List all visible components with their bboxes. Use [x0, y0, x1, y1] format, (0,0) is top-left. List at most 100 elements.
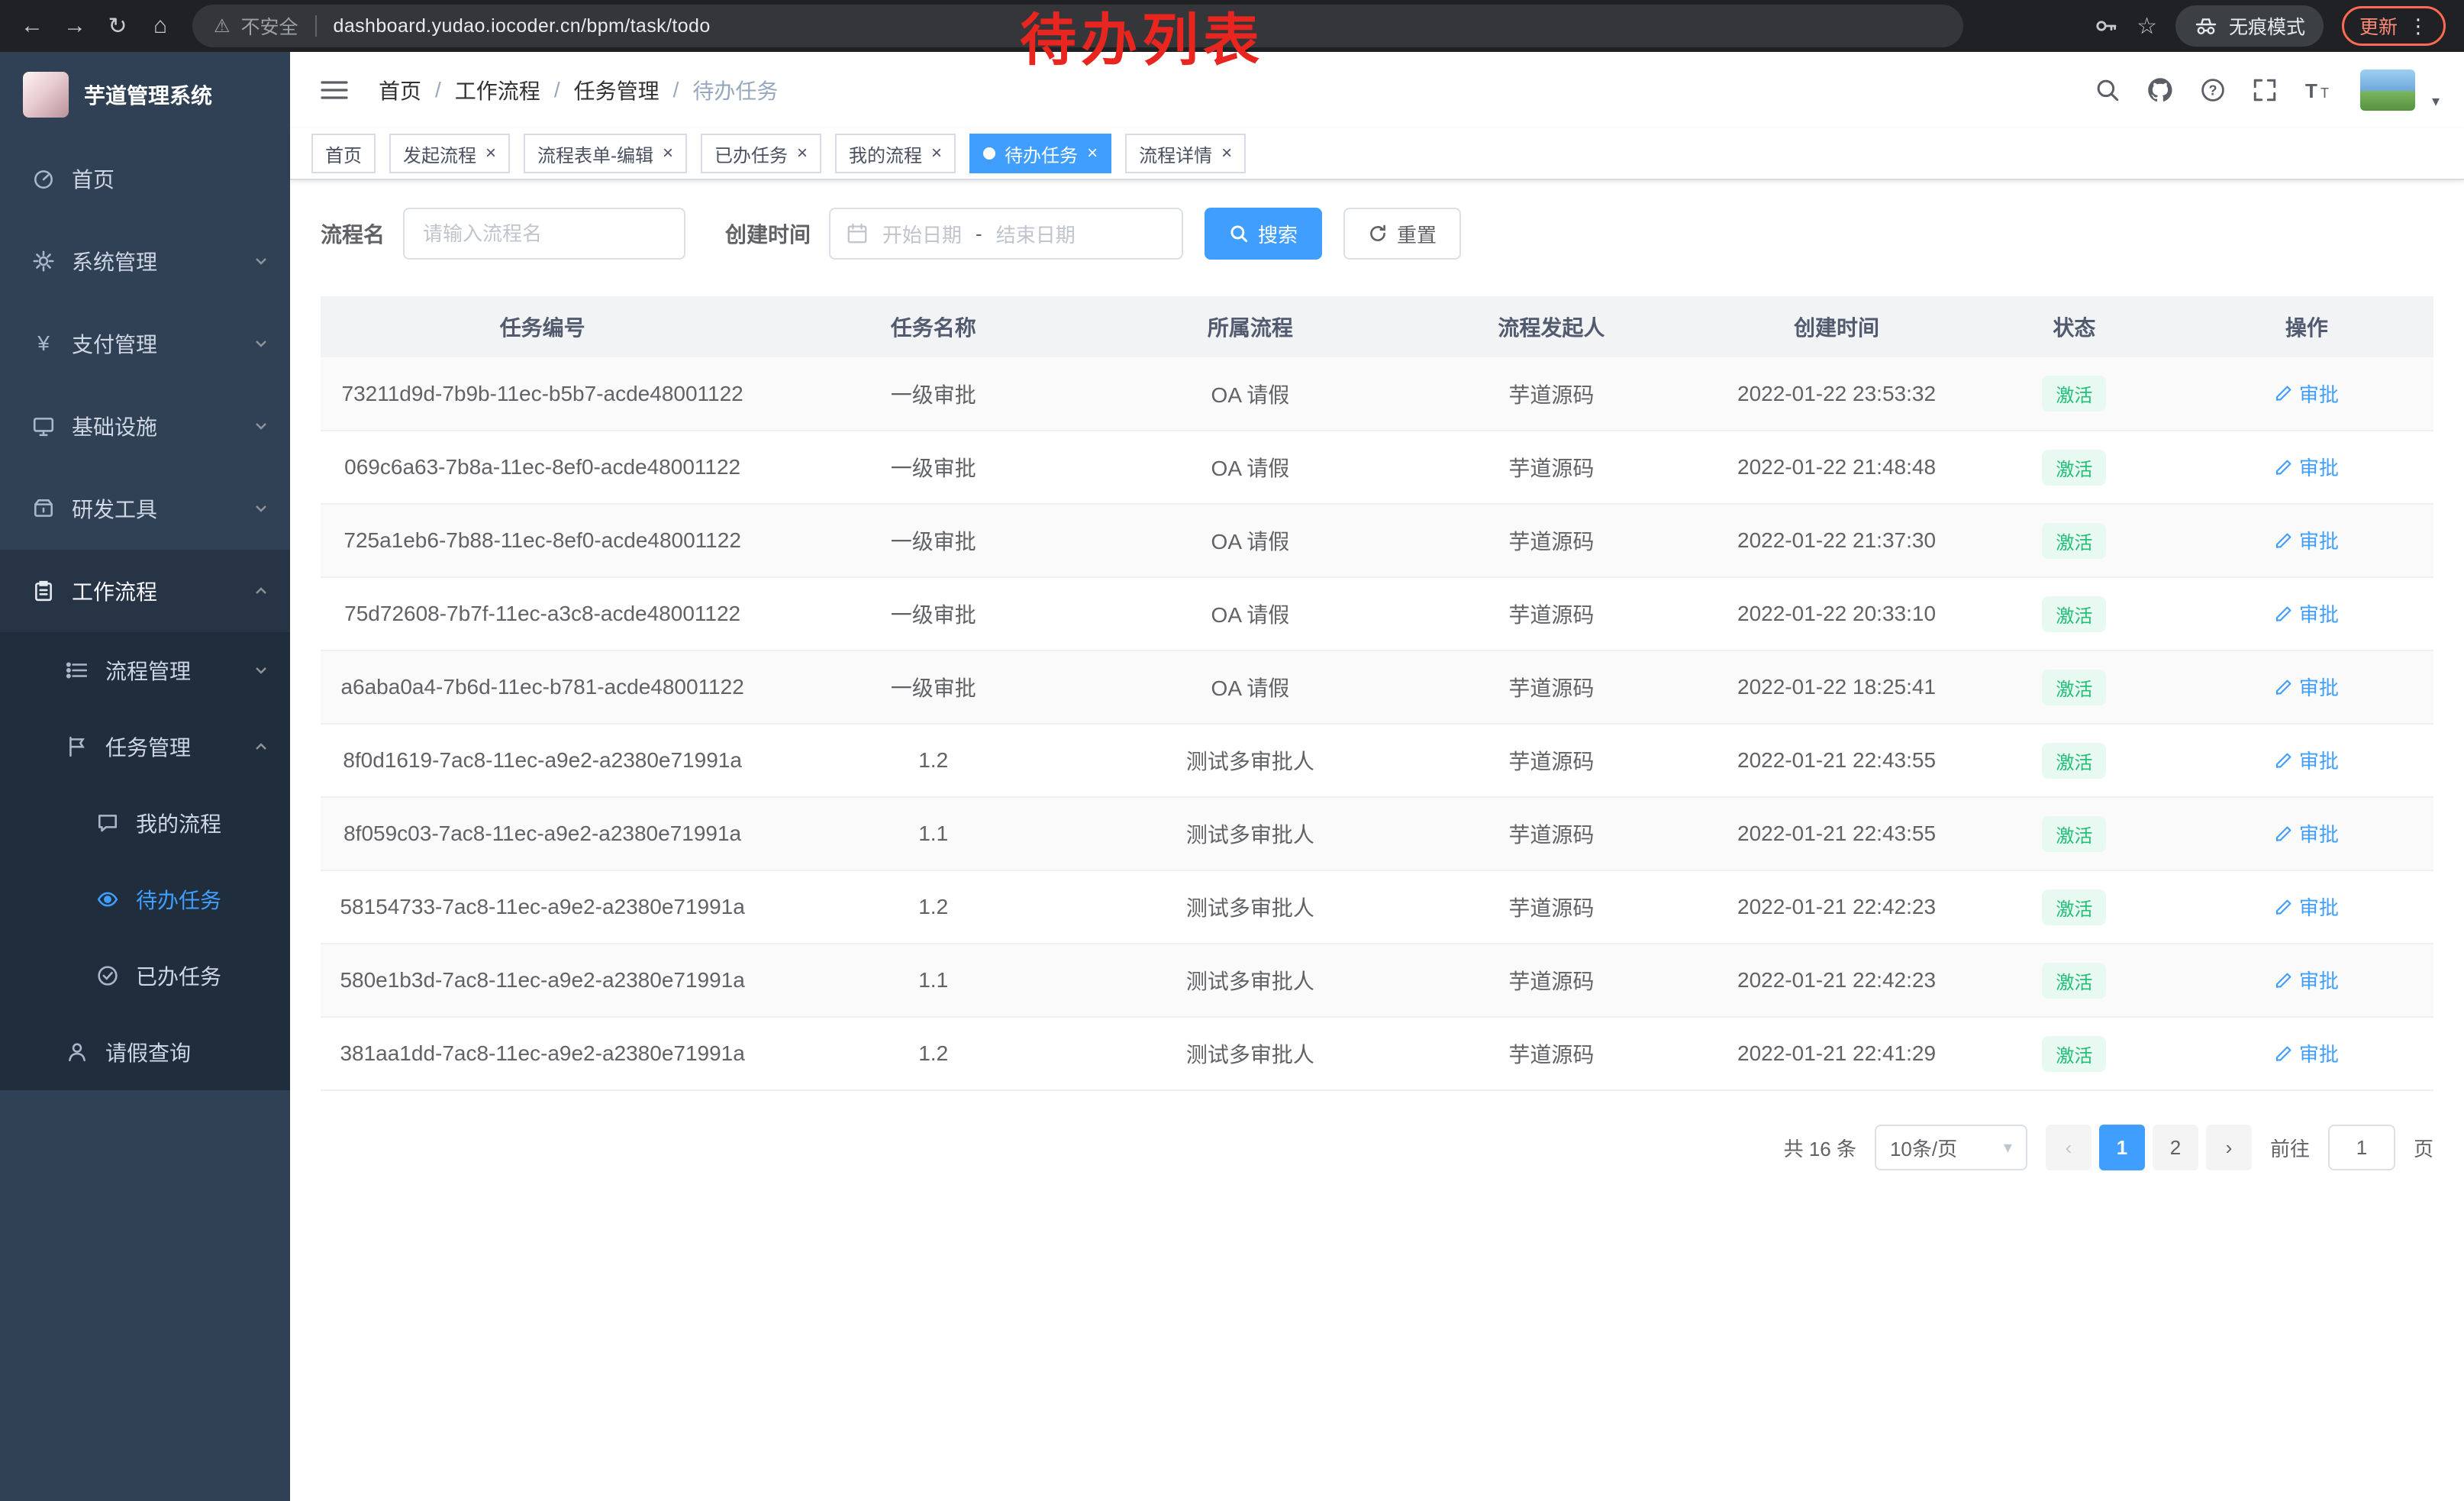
- check-circle-icon: [95, 964, 121, 987]
- reset-button[interactable]: 重置: [1343, 208, 1461, 260]
- close-icon[interactable]: ×: [797, 144, 808, 163]
- approve-link[interactable]: 审批: [2275, 526, 2339, 554]
- sidebar-item-label: 研发工具: [72, 493, 157, 524]
- sidebar-item-todo-tasks[interactable]: 待办任务: [0, 861, 290, 938]
- col-initiator: 流程发起人: [1398, 296, 1704, 357]
- sidebar-item-leave-query[interactable]: 请假查询: [0, 1014, 290, 1090]
- sidebar-item-done-tasks[interactable]: 已办任务: [0, 938, 290, 1014]
- tab-done-tasks[interactable]: 已办任务 ×: [701, 134, 821, 173]
- tab-form-edit[interactable]: 流程表单-编辑 ×: [524, 134, 687, 173]
- close-icon[interactable]: ×: [1087, 144, 1098, 163]
- edit-icon: [2275, 898, 2293, 916]
- tab-home[interactable]: 首页: [311, 134, 376, 173]
- tab-label: 发起流程: [403, 140, 476, 167]
- cell-process: OA 请假: [1102, 504, 1398, 577]
- help-icon[interactable]: ?: [2200, 77, 2226, 103]
- avatar-caret-icon[interactable]: ▾: [2432, 92, 2440, 111]
- col-action: 操作: [2180, 296, 2433, 357]
- fullscreen-icon[interactable]: [2252, 77, 2278, 103]
- table-row: 8f0d1619-7ac8-11ec-a9e2-a2380e71991a 1.2…: [321, 724, 2433, 797]
- approve-link[interactable]: 审批: [2275, 746, 2339, 774]
- page-button-2[interactable]: 2: [2153, 1125, 2198, 1170]
- sidebar-item-payment[interactable]: ¥ 支付管理: [0, 302, 290, 385]
- cell-process: 测试多审批人: [1102, 797, 1398, 870]
- cell-initiator: 芋道源码: [1398, 650, 1704, 724]
- close-icon[interactable]: ×: [1221, 144, 1232, 163]
- cell-task-name: 一级审批: [764, 577, 1102, 650]
- forward-icon[interactable]: →: [55, 6, 95, 46]
- cell-initiator: 芋道源码: [1398, 797, 1704, 870]
- cell-process: OA 请假: [1102, 431, 1398, 504]
- page-size-select[interactable]: 10条/页 ▾: [1875, 1125, 2027, 1170]
- page-button-1[interactable]: 1: [2099, 1125, 2145, 1170]
- font-size-icon[interactable]: TT: [2304, 78, 2334, 102]
- breadcrumb-task-mgmt[interactable]: 任务管理: [574, 75, 660, 105]
- sidebar-item-home[interactable]: 首页: [0, 137, 290, 220]
- next-page-button[interactable]: ›: [2206, 1125, 2252, 1170]
- annotation-text: 待办列表: [1020, 12, 1264, 69]
- tab-label: 我的流程: [849, 140, 922, 167]
- breadcrumb-workflow[interactable]: 工作流程: [455, 75, 540, 105]
- edit-icon: [2275, 531, 2293, 550]
- status-badge: 激活: [2042, 1036, 2106, 1072]
- search-button[interactable]: 搜索: [1205, 208, 1322, 260]
- approve-link[interactable]: 审批: [2275, 819, 2339, 847]
- cell-status: 激活: [1969, 797, 2180, 870]
- search-icon[interactable]: [2095, 77, 2121, 103]
- search-icon: [1229, 224, 1249, 244]
- close-icon[interactable]: ×: [663, 144, 673, 163]
- approve-link[interactable]: 审批: [2275, 673, 2339, 701]
- close-icon[interactable]: ×: [931, 144, 942, 163]
- task-table-body: 73211d9d-7b9b-11ec-b5b7-acde48001122 一级审…: [321, 357, 2433, 1090]
- approve-link[interactable]: 审批: [2275, 893, 2339, 921]
- bookmark-star-icon[interactable]: ☆: [2137, 13, 2157, 40]
- sidebar-item-infra[interactable]: 基础设施: [0, 385, 290, 467]
- cell-task-id: 73211d9d-7b9b-11ec-b5b7-acde48001122: [321, 357, 764, 431]
- approve-link[interactable]: 审批: [2275, 966, 2339, 994]
- sidebar-item-label: 我的流程: [136, 808, 221, 838]
- sidebar-item-task-mgmt[interactable]: 任务管理: [0, 709, 290, 785]
- close-icon[interactable]: ×: [485, 144, 496, 163]
- user-avatar[interactable]: [2360, 69, 2415, 111]
- back-icon[interactable]: ←: [12, 6, 52, 46]
- approve-link[interactable]: 审批: [2275, 1039, 2339, 1067]
- clipboard-icon: [31, 579, 56, 602]
- approve-link[interactable]: 审批: [2275, 599, 2339, 628]
- sidebar-item-system[interactable]: 系统管理: [0, 220, 290, 302]
- prev-page-button[interactable]: ‹: [2046, 1125, 2091, 1170]
- tab-my-process[interactable]: 我的流程 ×: [835, 134, 956, 173]
- breadcrumb: 首页 / 工作流程 / 任务管理 / 待办任务: [379, 75, 778, 105]
- cell-created: 2022-01-21 22:43:55: [1704, 724, 1969, 797]
- goto-page-input[interactable]: [2328, 1125, 2395, 1170]
- home-icon[interactable]: ⌂: [140, 6, 180, 46]
- tab-process-detail[interactable]: 流程详情 ×: [1125, 134, 1246, 173]
- cell-status: 激活: [1969, 504, 2180, 577]
- cell-initiator: 芋道源码: [1398, 944, 1704, 1017]
- key-icon[interactable]: [2094, 14, 2118, 38]
- chevron-down-icon: [253, 663, 269, 678]
- breadcrumb-home[interactable]: 首页: [379, 75, 421, 105]
- date-range-picker[interactable]: 开始日期 - 结束日期: [829, 208, 1183, 260]
- sidebar-toggle-icon[interactable]: [314, 73, 354, 107]
- sidebar-item-workflow[interactable]: 工作流程: [0, 550, 290, 632]
- sidebar-item-process-mgmt[interactable]: 流程管理: [0, 632, 290, 709]
- table-row: a6aba0a4-7b6d-11ec-b781-acde48001122 一级审…: [321, 650, 2433, 724]
- tab-todo-tasks[interactable]: 待办任务 ×: [969, 134, 1111, 173]
- cell-task-name: 1.1: [764, 944, 1102, 1017]
- cell-task-name: 一级审批: [764, 650, 1102, 724]
- sidebar-item-my-process[interactable]: 我的流程: [0, 785, 290, 861]
- status-badge: 激活: [2042, 596, 2106, 632]
- app-header: 首页 / 工作流程 / 任务管理 / 待办任务 ?: [290, 52, 2464, 128]
- filter-bar: 流程名 创建时间 开始日期 - 结束日期 搜索 重置: [290, 180, 2464, 296]
- reload-icon[interactable]: ↻: [98, 6, 137, 46]
- approve-link[interactable]: 审批: [2275, 453, 2339, 481]
- tab-start-process[interactable]: 发起流程 ×: [389, 134, 510, 173]
- sidebar-item-devtools[interactable]: 研发工具: [0, 467, 290, 550]
- browser-update-menu[interactable]: 更新 ⋮: [2342, 6, 2446, 46]
- end-date-placeholder: 结束日期: [996, 220, 1076, 248]
- github-icon[interactable]: [2146, 76, 2174, 104]
- approve-link[interactable]: 审批: [2275, 379, 2339, 408]
- status-badge: 激活: [2042, 450, 2106, 486]
- cell-task-name: 1.1: [764, 797, 1102, 870]
- process-name-input[interactable]: [403, 208, 685, 260]
